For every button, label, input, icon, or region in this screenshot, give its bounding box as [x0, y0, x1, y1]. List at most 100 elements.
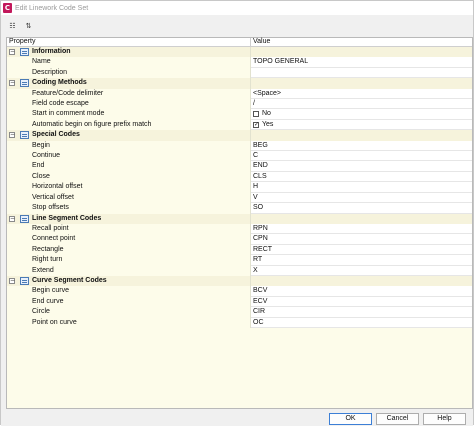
property-value-cell[interactable]: CPN	[251, 234, 472, 245]
property-value-cell[interactable]: OC	[251, 317, 472, 328]
category-row[interactable]: − Special Codes	[7, 130, 472, 141]
property-value: SO	[253, 204, 264, 212]
category-value-cell	[251, 78, 472, 89]
property-label: Extend	[32, 266, 54, 274]
property-row[interactable]: Begin curve BCV	[7, 286, 472, 297]
property-name-cell: Recall point	[7, 223, 251, 235]
property-value-cell[interactable]	[251, 67, 472, 79]
collapse-icon[interactable]: −	[9, 277, 15, 284]
property-name-cell: Right turn	[7, 255, 251, 266]
property-label: Rectangle	[32, 245, 64, 253]
property-row[interactable]: Start in comment mode No	[7, 109, 472, 120]
property-row[interactable]: Name TOPO GENERAL	[7, 57, 472, 68]
sort-categorized-icon[interactable]: ☷	[6, 19, 19, 32]
property-label: Circle	[32, 308, 50, 316]
property-row[interactable]: Feature/Code delimiter <Space>	[7, 88, 472, 100]
property-value-cell[interactable]: CIR	[251, 307, 472, 318]
category-row[interactable]: − Line Segment Codes	[7, 213, 472, 224]
property-label: Right turn	[32, 256, 63, 264]
property-row[interactable]: Point on curve OC	[7, 317, 472, 328]
property-row[interactable]: Vertical offset V	[7, 192, 472, 204]
property-name-cell: Close	[7, 171, 251, 183]
property-value-cell[interactable]: BEG	[251, 140, 472, 152]
property-row[interactable]: End END	[7, 161, 472, 172]
category-icon	[20, 276, 29, 285]
cancel-button[interactable]: Cancel	[376, 413, 419, 425]
property-value-cell[interactable]: ✓ Yes	[251, 119, 472, 131]
property-name-cell: End curve	[7, 296, 251, 308]
column-header-property[interactable]: Property	[7, 38, 251, 46]
collapse-icon[interactable]: −	[9, 49, 15, 55]
property-name-cell: Begin curve	[7, 286, 251, 297]
property-value: ECV	[253, 297, 268, 305]
property-value: RECT	[253, 245, 273, 253]
property-row[interactable]: Begin BEG	[7, 140, 472, 152]
property-row[interactable]: Automatic begin on figure prefix match ✓ Y…	[7, 119, 472, 131]
help-button[interactable]: Help	[423, 413, 466, 425]
property-row[interactable]: End curve ECV	[7, 296, 472, 308]
category-icon	[20, 48, 29, 56]
property-name-cell: Point on curve	[7, 317, 251, 328]
property-value-cell[interactable]: RT	[251, 255, 472, 266]
dialog-footer: OK Cancel Help	[1, 409, 473, 426]
property-value-cell[interactable]: RECT	[251, 244, 472, 256]
property-value-cell[interactable]: CLS	[251, 171, 472, 183]
property-row[interactable]: Continue C	[7, 151, 472, 162]
checkbox[interactable]: ✓	[253, 121, 259, 128]
property-name-cell: Horizontal offset	[7, 182, 251, 193]
property-row[interactable]: Recall point RPN	[7, 223, 472, 235]
property-row[interactable]: Close CLS	[7, 171, 472, 183]
collapse-icon[interactable]: −	[9, 215, 15, 222]
property-row[interactable]: Horizontal offset H	[7, 182, 472, 193]
property-label: Close	[32, 172, 50, 180]
category-row[interactable]: − Coding Methods	[7, 78, 472, 89]
property-row[interactable]: Right turn RT	[7, 255, 472, 266]
property-label: Vertical offset	[32, 193, 74, 201]
property-value-cell[interactable]: ECV	[251, 296, 472, 308]
category-row[interactable]: − Curve Segment Codes	[7, 275, 472, 287]
ok-button[interactable]: OK	[329, 413, 372, 425]
property-value-cell[interactable]: X	[251, 265, 472, 276]
collapse-icon[interactable]: −	[9, 132, 15, 139]
property-label: Field code escape	[32, 100, 89, 108]
property-value-cell[interactable]: TOPO GENERAL	[251, 57, 472, 68]
property-label: Automatic begin on figure prefix match	[32, 120, 152, 128]
property-label: Description	[32, 68, 68, 76]
property-value: V	[253, 193, 258, 201]
property-value-cell[interactable]: END	[251, 161, 472, 172]
sort-alphabetical-icon[interactable]: ⇅	[22, 19, 35, 32]
property-value: BCV	[253, 287, 268, 295]
checkbox[interactable]	[253, 111, 259, 118]
category-label: Information	[32, 48, 71, 55]
property-name-cell: Automatic begin on figure prefix match	[7, 119, 251, 131]
category-icon	[20, 214, 29, 223]
property-value-cell[interactable]: V	[251, 192, 472, 204]
property-value: X	[253, 266, 258, 274]
property-row[interactable]: Rectangle RECT	[7, 244, 472, 256]
property-row[interactable]: Connect point CPN	[7, 234, 472, 245]
property-row[interactable]: Stop offsets SO	[7, 203, 472, 214]
property-row[interactable]: Field code escape /	[7, 99, 472, 110]
property-value-cell[interactable]: SO	[251, 203, 472, 214]
category-cell: − Curve Segment Codes	[7, 275, 251, 287]
property-value-cell[interactable]: C	[251, 151, 472, 162]
category-cell: − Coding Methods	[7, 78, 251, 89]
property-value-cell[interactable]: H	[251, 182, 472, 193]
property-value-cell[interactable]: RPN	[251, 223, 472, 235]
property-value-cell[interactable]: <Space>	[251, 88, 472, 100]
property-row[interactable]: Extend X	[7, 265, 472, 276]
property-name-cell: Circle	[7, 307, 251, 318]
property-value-cell[interactable]: /	[251, 99, 472, 110]
property-row[interactable]: Description	[7, 67, 472, 79]
property-value: CPN	[253, 235, 268, 243]
property-label: Horizontal offset	[32, 183, 83, 191]
column-header-value[interactable]: Value	[251, 38, 472, 46]
property-value: RT	[253, 256, 263, 264]
collapse-icon[interactable]: −	[9, 80, 15, 87]
category-label: Coding Methods	[32, 79, 87, 87]
category-value-cell	[251, 213, 472, 224]
property-value-cell[interactable]: BCV	[251, 286, 472, 297]
property-row[interactable]: Circle CIR	[7, 307, 472, 318]
property-value-cell[interactable]: No	[251, 109, 472, 120]
category-row[interactable]: − Information	[7, 47, 472, 58]
